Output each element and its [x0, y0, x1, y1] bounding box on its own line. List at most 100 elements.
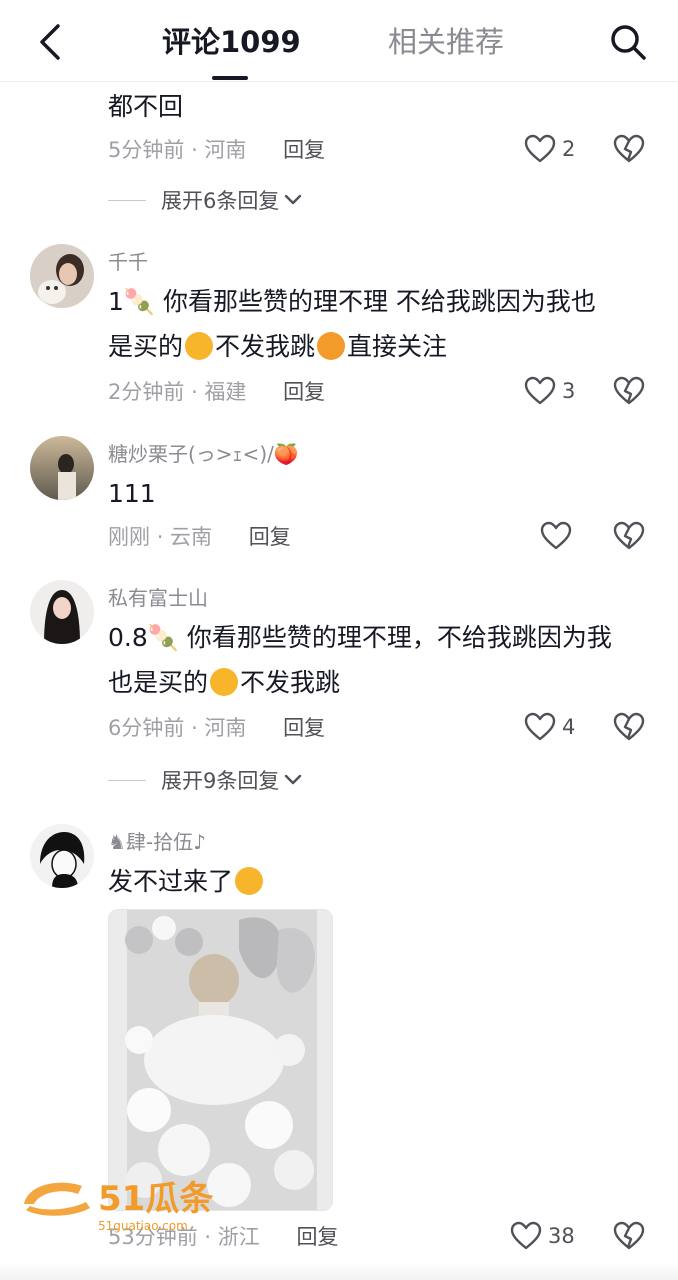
reply-button[interactable]: 回复	[249, 525, 291, 549]
comment-time: 2分钟前	[108, 380, 185, 404]
tab-comments[interactable]: 评论1099	[162, 22, 301, 62]
comment-text-part: 是买的	[108, 332, 184, 361]
watermark-brand: 51瓜条	[98, 1179, 213, 1219]
dislike-button[interactable]	[612, 132, 646, 166]
like-button[interactable]: 38	[510, 1221, 575, 1251]
reply-button[interactable]: 回复	[283, 380, 325, 404]
crying-emoji-icon	[185, 332, 214, 360]
watermark-url: 51guatiao.com	[98, 1219, 188, 1233]
crying-emoji-icon	[235, 867, 264, 895]
comment-text: 0.8🍡 你看那些赞的理不理，不给我跳因为我 也是买的 不发我跳	[108, 615, 648, 705]
like-button[interactable]: 3	[524, 376, 575, 406]
chevron-down-icon	[285, 774, 302, 785]
broken-heart-icon	[613, 1221, 645, 1250]
comment-text-part: 发不过来了	[108, 867, 234, 896]
dislike-button[interactable]	[612, 1219, 646, 1253]
comment-text: 都不回	[108, 92, 184, 121]
like-count: 2	[562, 137, 576, 161]
comment-text: 发不过来了	[108, 859, 648, 904]
like-count: 38	[548, 1224, 575, 1248]
chevron-left-icon	[40, 24, 60, 60]
kiss-emoji-icon	[317, 332, 346, 360]
avatar-image	[30, 436, 94, 500]
reply-button[interactable]: 回复	[283, 138, 325, 162]
avatar[interactable]	[30, 436, 94, 500]
heart-icon	[524, 376, 556, 405]
comment-location: 河南	[204, 716, 247, 740]
comment-meta: 2分钟前 · 福建 回复	[108, 377, 325, 407]
username[interactable]: 千千	[108, 248, 148, 276]
like-button[interactable]: 4	[524, 712, 575, 742]
comment-location: 福建	[204, 380, 247, 404]
dislike-button[interactable]	[612, 374, 646, 408]
dislike-button[interactable]	[612, 519, 646, 553]
dislike-button[interactable]	[612, 710, 646, 744]
meta-separator: ·	[191, 716, 205, 740]
like-button[interactable]	[540, 521, 578, 551]
comment-text-line: 是买的 不发我跳 直接关注	[108, 324, 648, 369]
comment-time: 5分钟前	[108, 138, 185, 162]
comment-text-line: 0.8🍡 你看那些赞的理不理，不给我跳因为我	[108, 623, 612, 652]
comment-text-part: 不发我跳	[215, 332, 316, 361]
crying-emoji-icon	[210, 668, 239, 696]
avatar-image	[30, 244, 94, 308]
top-bar: 评论1099 相关推荐	[0, 0, 678, 82]
back-button[interactable]	[30, 20, 70, 64]
meta-separator: ·	[191, 380, 205, 404]
like-count: 4	[562, 715, 576, 739]
comment-text-line: 1🍡 你看那些赞的理不理 不给我跳因为我也	[108, 287, 596, 316]
expand-replies-label: 展开9条回复	[161, 769, 280, 793]
comment-time: 6分钟前	[108, 716, 185, 740]
comment-image[interactable]	[108, 909, 333, 1211]
divider-line	[108, 779, 146, 781]
tab-active-indicator	[212, 76, 248, 80]
comment-location: 云南	[170, 525, 213, 549]
username[interactable]: 私有富士山	[108, 584, 208, 612]
divider-line	[108, 199, 146, 201]
like-button[interactable]: 2	[524, 134, 575, 164]
comment-text-part: 也是买的	[108, 668, 209, 697]
reply-button[interactable]: 回复	[296, 1225, 338, 1249]
broken-heart-icon	[613, 712, 645, 741]
comment-item: 千千 1🍡 你看那些赞的理不理 不给我跳因为我也 是买的 不发我跳 直接关注 2分钟…	[0, 240, 678, 410]
like-count: 3	[562, 379, 576, 403]
comment-text-line: 也是买的 不发我跳	[108, 660, 648, 705]
heart-icon	[524, 712, 556, 741]
avatar-image	[30, 580, 94, 644]
watermark-image: 51瓜条 51guatiao.com	[24, 1179, 213, 1233]
broken-heart-icon	[613, 521, 645, 550]
comment-text: 111	[108, 479, 156, 508]
heart-icon	[510, 1221, 542, 1250]
broken-heart-icon	[613, 376, 645, 405]
comment-meta: 6分钟前 · 河南 回复	[108, 713, 325, 743]
search-icon	[611, 25, 646, 60]
search-button[interactable]	[606, 20, 650, 64]
comment-meta: 5分钟前 · 河南 回复	[108, 135, 325, 165]
comment-item: 都不回 5分钟前 · 河南 回复 2 展开6条回复	[0, 82, 678, 222]
meta-separator: ·	[191, 138, 205, 162]
username[interactable]: 糖炒栗子(っ>ｪ<)/🍑	[108, 440, 299, 468]
avatar[interactable]	[30, 244, 94, 308]
comment-meta: 刚刚 · 云南 回复	[108, 522, 291, 552]
expand-replies-button[interactable]: 展开6条回复	[108, 185, 303, 215]
comment-location: 河南	[204, 138, 247, 162]
tab-related[interactable]: 相关推荐	[388, 22, 504, 62]
expand-replies-label: 展开6条回复	[161, 189, 280, 213]
comment-time: 刚刚	[108, 525, 150, 549]
expand-replies-button[interactable]: 展开9条回复	[108, 765, 303, 795]
avatar[interactable]	[30, 824, 94, 888]
photo-balloons-image	[109, 910, 332, 1210]
heart-icon	[524, 134, 556, 163]
username[interactable]: ♞肆-拾伍♪	[108, 828, 206, 856]
reply-button[interactable]: 回复	[283, 716, 325, 740]
comment-item: 私有富士山 0.8🍡 你看那些赞的理不理，不给我跳因为我 也是买的 不发我跳 6分…	[0, 576, 678, 796]
broken-heart-icon	[613, 134, 645, 163]
comment-text-part: 不发我跳	[240, 668, 341, 697]
comment-item: 糖炒栗子(っ>ｪ<)/🍑 111 刚刚 · 云南 回复	[0, 432, 678, 562]
meta-separator: ·	[156, 525, 171, 549]
avatar[interactable]	[30, 580, 94, 644]
comment-text: 1🍡 你看那些赞的理不理 不给我跳因为我也 是买的 不发我跳 直接关注	[108, 279, 648, 369]
chevron-down-icon	[285, 194, 302, 205]
avatar-image	[30, 824, 94, 888]
watermark-logo: 51瓜条 51guatiao.com	[20, 1168, 250, 1240]
